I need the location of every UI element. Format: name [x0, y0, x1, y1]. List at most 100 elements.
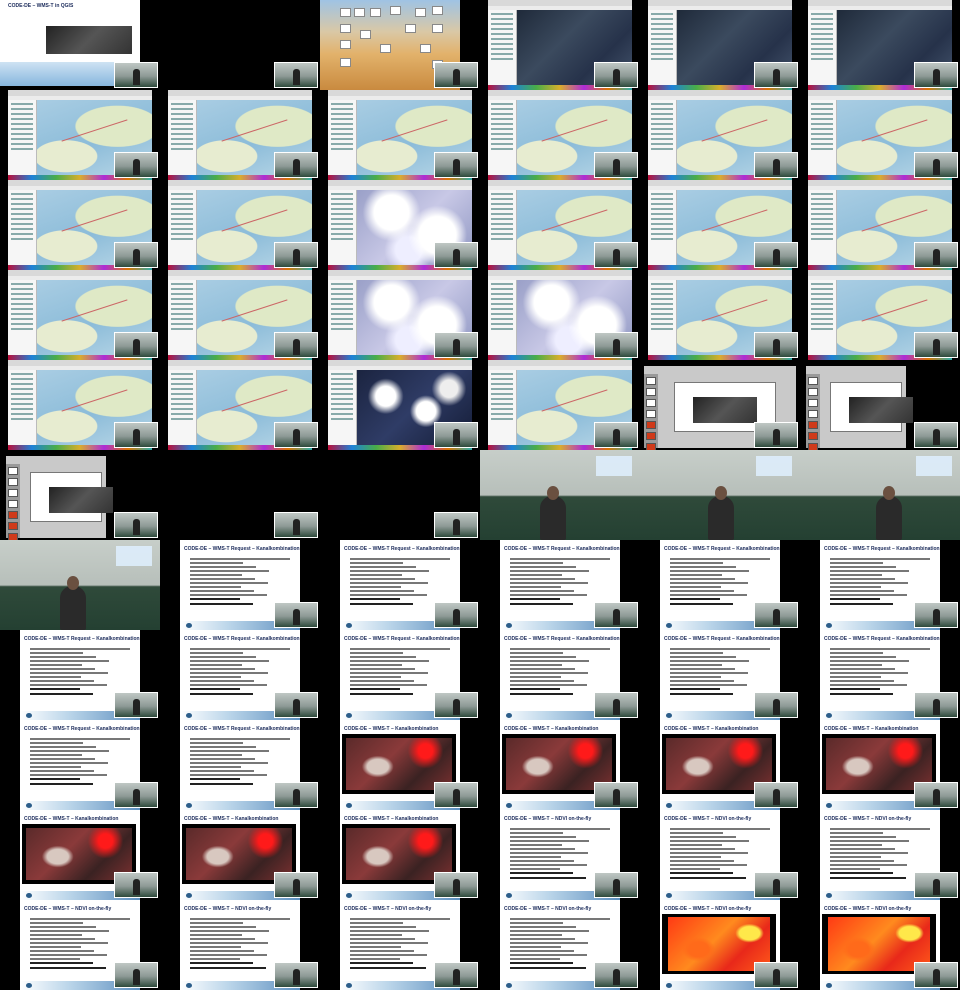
video-frame-thumbnail[interactable] — [320, 360, 480, 450]
video-frame-thumbnail[interactable]: CODE-DE – WMS-T – Kanalkombination — [320, 720, 480, 810]
request-url-text — [190, 648, 290, 697]
video-frame-thumbnail[interactable] — [0, 270, 160, 360]
video-frame-thumbnail[interactable]: CODE-DE – WMS-T – NDVI on-the-fly — [640, 900, 800, 990]
video-frame-thumbnail[interactable]: CODE-DE – WMS-T – NDVI on-the-fly — [320, 900, 480, 990]
speaker-camera-inset — [114, 782, 158, 808]
layers-panel — [168, 370, 197, 445]
layers-panel — [488, 190, 517, 265]
video-frame-thumbnail[interactable] — [160, 180, 320, 270]
speaker-head — [715, 486, 727, 500]
video-frame-thumbnail[interactable] — [0, 180, 160, 270]
video-frame-thumbnail[interactable]: CODE-DE – WMS-T – NDVI on-the-fly — [160, 900, 320, 990]
video-frame-thumbnail[interactable]: CODE-DE – WMS-T Request – Kanalkombinati… — [160, 720, 320, 810]
speaker-head — [883, 486, 895, 500]
video-frame-thumbnail[interactable] — [640, 0, 800, 90]
video-frame-thumbnail[interactable] — [800, 90, 960, 180]
video-frame-thumbnail[interactable]: CODE-DE – WMS-T Request – Kanalkombinati… — [640, 540, 800, 630]
video-frame-thumbnail[interactable] — [640, 90, 800, 180]
video-frame-thumbnail[interactable]: CODE-DE – WMS-T – Kanalkombination — [160, 810, 320, 900]
video-frame-thumbnail[interactable] — [160, 360, 320, 450]
speaker — [540, 496, 566, 540]
speaker-camera-inset — [754, 872, 798, 898]
video-frame-thumbnail[interactable]: CODE-DE – WMS-T Request – Kanalkombinati… — [0, 630, 160, 720]
speaker-camera-inset — [114, 152, 158, 178]
video-frame-thumbnail[interactable] — [320, 90, 480, 180]
video-frame-thumbnail[interactable]: CODE-DE – WMS-T Request – Kanalkombinati… — [160, 630, 320, 720]
video-frame-thumbnail[interactable] — [0, 90, 160, 180]
slide-title: CODE-DE – WMS-T – NDVI on-the-fly — [504, 816, 592, 822]
video-frame-thumbnail[interactable] — [640, 450, 800, 540]
lecture-room — [480, 450, 640, 540]
speaker-camera-inset — [434, 152, 478, 178]
speaker-camera-inset — [274, 962, 318, 988]
video-frame-thumbnail[interactable] — [320, 0, 480, 90]
video-frame-thumbnail[interactable]: CODE-DE – WMS-T Request – Kanalkombinati… — [320, 630, 480, 720]
video-frame-thumbnail[interactable]: CODE-DE – WMS-T – NDVI on-the-fly — [800, 810, 960, 900]
video-frame-thumbnail[interactable] — [480, 180, 640, 270]
video-frame-thumbnail[interactable]: CODE-DE – WMS-T – Kanalkombination — [640, 720, 800, 810]
speaker-camera-inset — [914, 152, 958, 178]
speaker-camera-inset — [274, 152, 318, 178]
video-frame-thumbnail[interactable]: CODE-DE – WMS-T – Kanalkombination — [480, 720, 640, 810]
video-frame-thumbnail[interactable] — [160, 270, 320, 360]
request-url-text — [670, 648, 770, 697]
video-frame-thumbnail[interactable] — [480, 0, 640, 90]
speaker-camera-inset — [274, 872, 318, 898]
speaker-camera-inset — [594, 332, 638, 358]
video-frame-thumbnail[interactable] — [320, 450, 480, 540]
video-frame-thumbnail[interactable] — [0, 450, 160, 540]
speaker — [876, 496, 902, 540]
slide-title: CODE-DE – WMS-T Request – Kanalkombinati… — [184, 726, 300, 732]
video-frame-thumbnail[interactable] — [800, 360, 960, 450]
video-frame-thumbnail[interactable]: CODE-DE – WMS-T Request – Kanalkombinati… — [800, 540, 960, 630]
speaker-camera-inset — [754, 962, 798, 988]
video-frame-thumbnail[interactable]: CODE-DE – WMS-T Request – Kanalkombinati… — [800, 630, 960, 720]
slide-title: CODE-DE – WMS-T – NDVI on-the-fly — [664, 906, 752, 912]
video-frame-thumbnail[interactable]: CODE-DE – WMS-T – NDVI on-the-fly — [480, 900, 640, 990]
video-frame-thumbnail[interactable] — [800, 450, 960, 540]
video-frame-thumbnail[interactable]: CODE-DE – WMS-T Request – Kanalkombinati… — [0, 720, 160, 810]
video-frame-thumbnail[interactable]: CODE-DE – WMS-T – Kanalkombination — [320, 810, 480, 900]
video-frame-thumbnail[interactable] — [160, 0, 320, 90]
video-frame-thumbnail[interactable]: CODE-DE – WMS-T Request – Kanalkombinati… — [640, 630, 800, 720]
speaker-camera-inset — [754, 332, 798, 358]
video-frame-thumbnail[interactable]: CODE-DE – WMS-T Request – Kanalkombinati… — [160, 540, 320, 630]
video-frame-thumbnail[interactable] — [320, 180, 480, 270]
slide-title: CODE-DE – WMS-T – Kanalkombination — [664, 726, 759, 732]
video-frame-thumbnail[interactable] — [800, 0, 960, 90]
video-frame-thumbnail[interactable]: CODE-DE – WMS-T Request – Kanalkombinati… — [320, 540, 480, 630]
video-frame-thumbnail[interactable]: CODE-DE – WMS-T – NDVI on-the-fly — [0, 900, 160, 990]
video-frame-thumbnail[interactable]: CODE-DE – WMS-T – NDVI on-the-fly — [800, 900, 960, 990]
video-frame-thumbnail[interactable] — [320, 270, 480, 360]
speaker-camera-inset — [434, 602, 478, 628]
request-url-text — [670, 558, 770, 607]
video-frame-thumbnail[interactable]: CODE-DE – WMS-T – NDVI on-the-fly — [640, 810, 800, 900]
video-frame-thumbnail[interactable] — [480, 360, 640, 450]
video-frame-thumbnail[interactable]: CODE-DE – WMS-T Request – Kanalkombinati… — [480, 630, 640, 720]
video-frame-thumbnail[interactable] — [0, 360, 160, 450]
video-frame-thumbnail[interactable] — [480, 90, 640, 180]
video-frame-thumbnail[interactable] — [480, 450, 640, 540]
video-frame-thumbnail[interactable] — [640, 360, 800, 450]
slide-title: CODE-DE – WMS-T Request – Kanalkombinati… — [344, 546, 460, 552]
layers-panel — [648, 100, 677, 175]
file-icon — [405, 24, 416, 33]
video-frame-thumbnail[interactable]: CODE-DE – WMS-T – Kanalkombination — [0, 810, 160, 900]
video-frame-thumbnail[interactable]: CODE-DE – WMS-T Request – Kanalkombinati… — [480, 540, 640, 630]
video-frame-thumbnail[interactable] — [160, 90, 320, 180]
speaker-camera-inset — [114, 62, 158, 88]
video-frame-thumbnail[interactable] — [800, 180, 960, 270]
video-frame-thumbnail[interactable]: CODE-DE – WMS-T – Kanalkombination — [800, 720, 960, 810]
video-frame-thumbnail[interactable] — [640, 180, 800, 270]
request-url-text — [350, 648, 450, 697]
video-frame-thumbnail[interactable] — [640, 270, 800, 360]
video-frame-thumbnail[interactable] — [480, 270, 640, 360]
video-frame-thumbnail[interactable] — [160, 450, 320, 540]
video-frame-thumbnail[interactable] — [800, 270, 960, 360]
projection-screen — [596, 456, 632, 476]
speaker — [708, 496, 734, 540]
video-frame-thumbnail[interactable]: CODE-DE – WMS-T – NDVI on-the-fly — [480, 810, 640, 900]
video-frame-thumbnail[interactable]: CODE-DE – WMS-T in QGIS — [0, 0, 160, 90]
video-frame-thumbnail[interactable] — [0, 540, 160, 630]
slide-title: CODE-DE – WMS-T – Kanalkombination — [184, 816, 279, 822]
